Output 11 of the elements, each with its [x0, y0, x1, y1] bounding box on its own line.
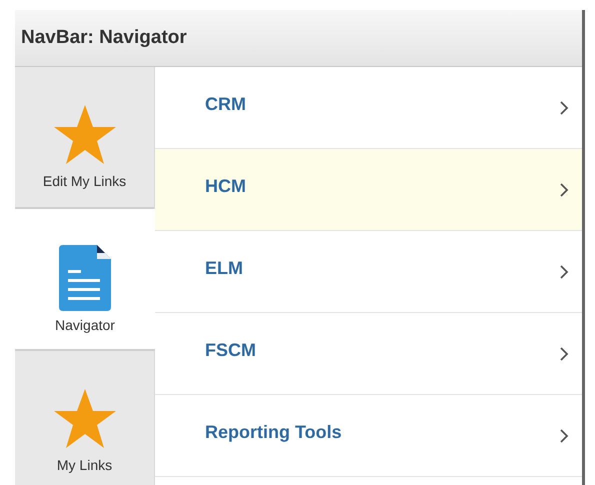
chevron-right-icon [559, 346, 569, 362]
chevron-right-icon [559, 182, 569, 198]
panel-title: NavBar: Navigator [21, 27, 187, 49]
star-icon [52, 387, 116, 451]
chevron-right-icon [559, 264, 569, 280]
chevron-right-icon [559, 100, 569, 116]
chevron-right-icon [559, 428, 569, 444]
document-icon [59, 245, 111, 311]
sidebar-tab[interactable]: Navigator [15, 209, 155, 351]
menu-item[interactable]: HCM [155, 149, 582, 231]
star-icon [52, 103, 116, 167]
